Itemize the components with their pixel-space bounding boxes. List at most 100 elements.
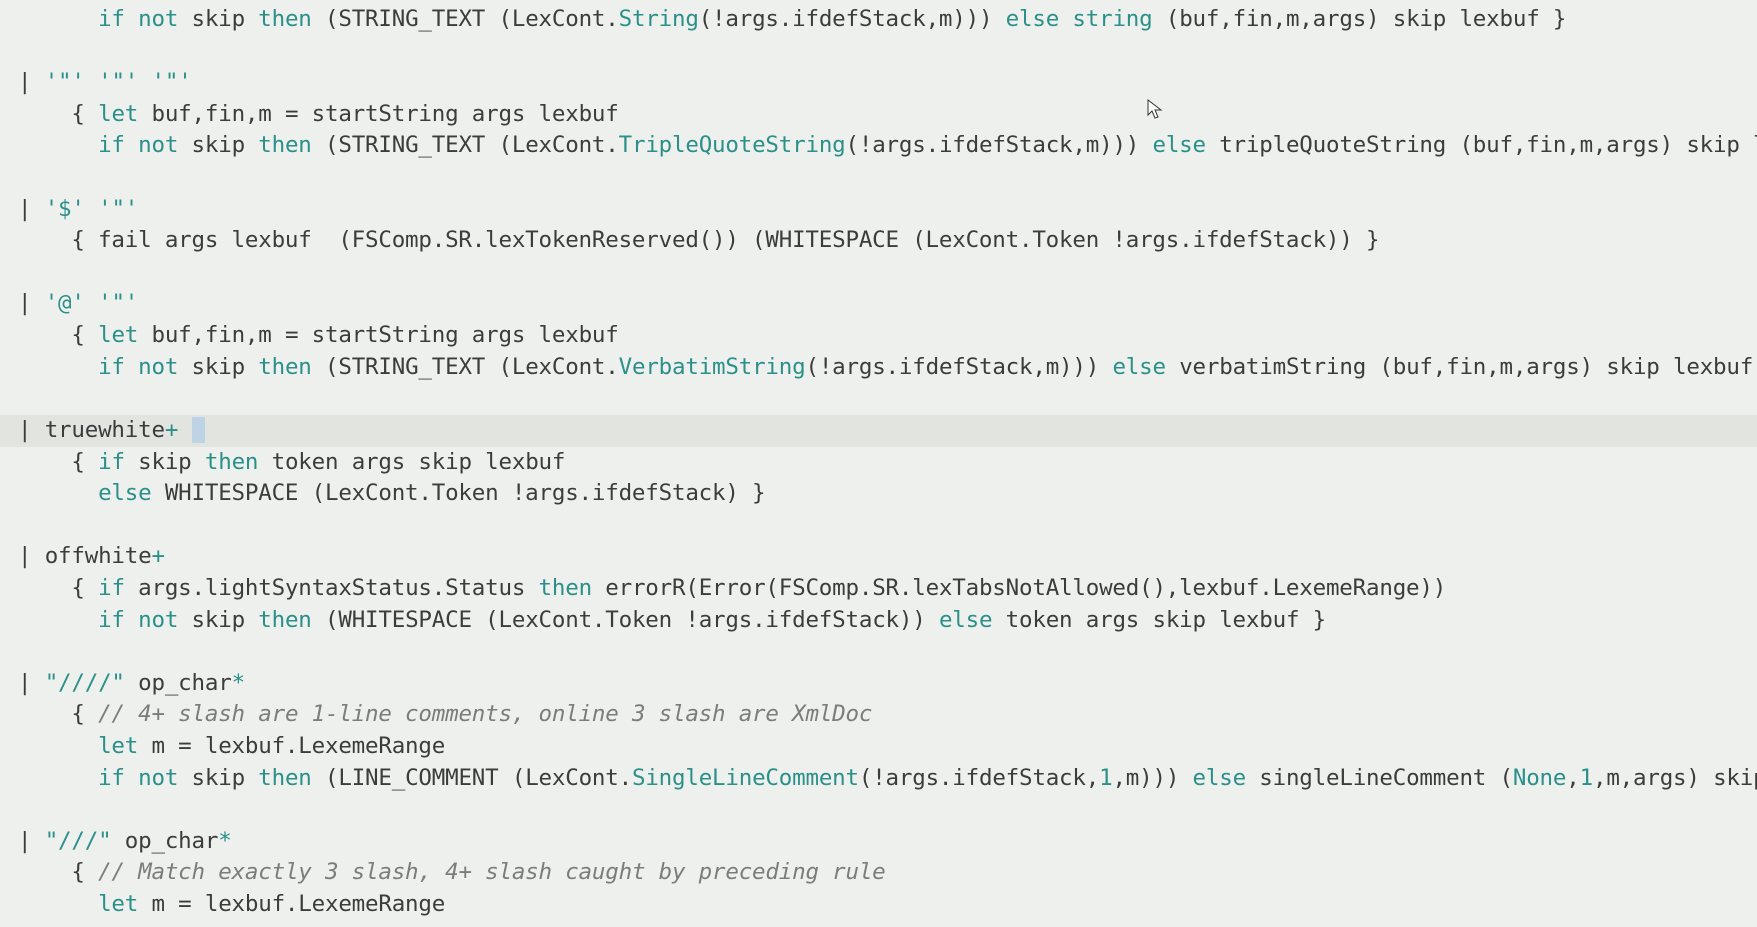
- code-line[interactable]: let m = lexbuf.LexemeRange: [0, 731, 1757, 763]
- code-line[interactable]: [0, 162, 1757, 194]
- token-kw: not: [138, 607, 178, 633]
- code-line[interactable]: { if args.lightSyntaxStatus.Status then …: [0, 573, 1757, 605]
- code-editor[interactable]: if not skip then (STRING_TEXT (LexCont.S…: [0, 0, 1757, 927]
- token-id: {: [71, 701, 98, 727]
- token-kw: not: [138, 765, 178, 791]
- code-line[interactable]: if not skip then (STRING_TEXT (LexCont.T…: [0, 130, 1757, 162]
- code-line[interactable]: { let buf,fin,m = startString args lexbu…: [0, 320, 1757, 352]
- code-line[interactable]: else WHITESPACE (LexCont.Token !args.ifd…: [0, 478, 1757, 510]
- token-id: op_char: [125, 670, 232, 696]
- token-kw: then: [539, 575, 592, 601]
- code-line[interactable]: { fail args lexbuf (FSComp.SR.lexTokenRe…: [0, 225, 1757, 257]
- token-kw: if: [98, 132, 125, 158]
- token-num: 1: [1580, 765, 1593, 791]
- code-line[interactable]: | '@' '"': [0, 288, 1757, 320]
- token-id: {: [71, 575, 98, 601]
- token-fn: String: [619, 6, 699, 32]
- token-kw: then: [258, 6, 311, 32]
- token-kw: if: [98, 354, 125, 380]
- code-line[interactable]: { let buf,fin,m = startString args lexbu…: [0, 99, 1757, 131]
- code-line[interactable]: [0, 636, 1757, 668]
- token-id: token args skip lexbuf }: [992, 607, 1326, 633]
- token-plus: +: [165, 417, 178, 443]
- token-kw: else: [98, 480, 151, 506]
- token-com: // 4+ slash are 1-line comments, online …: [98, 701, 872, 727]
- token-kw: not: [138, 6, 178, 32]
- token-id: skip: [178, 607, 258, 633]
- token-kw: let: [98, 322, 138, 348]
- token-id: {: [71, 449, 98, 475]
- token-fn: SingleLineComment: [632, 765, 859, 791]
- token-id: (buf,fin,m,args) skip lexbuf }: [1153, 6, 1567, 32]
- code-line[interactable]: [0, 794, 1757, 826]
- token-id: {: [71, 322, 98, 348]
- token-id: |: [18, 69, 45, 95]
- token-id: args.lightSyntaxStatus.Status: [125, 575, 539, 601]
- code-line[interactable]: [0, 510, 1757, 542]
- token-fn: TripleQuoteString: [619, 132, 846, 158]
- code-line[interactable]: [0, 383, 1757, 415]
- token-id: [125, 132, 138, 158]
- code-line[interactable]: if not skip then (STRING_TEXT (LexCont.V…: [0, 352, 1757, 384]
- code-line[interactable]: | '"' '"' '"': [0, 67, 1757, 99]
- token-id: [125, 765, 138, 791]
- token-id: (!args.ifdefStack,: [859, 765, 1099, 791]
- code-line[interactable]: if not skip then (LINE_COMMENT (LexCont.…: [0, 763, 1757, 795]
- code-line[interactable]: { if skip then token args skip lexbuf: [0, 447, 1757, 479]
- code-line[interactable]: | "////" op_char*: [0, 668, 1757, 700]
- token-id: singleLineComment (: [1246, 765, 1513, 791]
- token-id: skip: [178, 132, 258, 158]
- code-line[interactable]: { // 4+ slash are 1-line comments, onlin…: [0, 699, 1757, 731]
- code-line[interactable]: [0, 36, 1757, 68]
- token-id: (!args.ifdefStack,m))): [699, 6, 1006, 32]
- token-id: token args skip lexbuf: [258, 449, 565, 475]
- code-line[interactable]: | "///" op_char*: [0, 826, 1757, 858]
- token-id: (!args.ifdefStack,m))): [846, 132, 1153, 158]
- token-id: [85, 69, 98, 95]
- token-id: WHITESPACE (LexCont.Token !args.ifdefSta…: [151, 480, 765, 506]
- token-id: op_char: [111, 828, 218, 854]
- token-kw: string: [1072, 6, 1152, 32]
- code-line[interactable]: [0, 257, 1757, 289]
- token-kw: if: [98, 449, 125, 475]
- token-sel: [192, 417, 205, 443]
- token-id: |: [18, 828, 45, 854]
- token-id: ,m))): [1112, 765, 1192, 791]
- token-id: | offwhite: [18, 543, 151, 569]
- token-id: [125, 607, 138, 633]
- token-str: '"': [98, 69, 138, 95]
- token-str: "///": [45, 828, 112, 854]
- token-id: (STRING_TEXT (LexCont.: [312, 354, 619, 380]
- token-id: skip: [125, 449, 205, 475]
- token-kw: if: [98, 607, 125, 633]
- code-line[interactable]: | '$' '"': [0, 194, 1757, 226]
- code-line[interactable]: if not skip then (WHITESPACE (LexCont.To…: [0, 605, 1757, 637]
- token-kw: if: [98, 6, 125, 32]
- token-kw: then: [258, 132, 311, 158]
- token-id: skip: [178, 765, 258, 791]
- token-id: m = lexbuf.LexemeRange: [138, 891, 445, 917]
- token-num: 1: [1099, 765, 1112, 791]
- token-id: m = lexbuf.LexemeRange: [138, 733, 445, 759]
- token-id: tripleQuoteString (buf,fin,m,args) skip …: [1206, 132, 1757, 158]
- token-id: { fail args lexbuf (FSComp.SR.lexTokenRe…: [71, 227, 1379, 253]
- token-kw: not: [138, 132, 178, 158]
- code-line[interactable]: | offwhite+: [0, 541, 1757, 573]
- token-id: errorR(Error(FSComp.SR.lexTabsNotAllowed…: [592, 575, 1446, 601]
- token-id: (STRING_TEXT (LexCont.: [312, 6, 619, 32]
- token-id: [85, 196, 98, 222]
- code-line[interactable]: if not skip then (STRING_TEXT (LexCont.S…: [0, 4, 1757, 36]
- token-id: | truewhite: [18, 417, 165, 443]
- token-kw: then: [258, 765, 311, 791]
- token-id: [1059, 6, 1072, 32]
- token-id: [178, 417, 191, 443]
- code-line[interactable]: { // Match exactly 3 slash, 4+ slash cau…: [0, 857, 1757, 889]
- token-id: |: [18, 290, 45, 316]
- code-line[interactable]: | truewhite+: [0, 415, 1757, 447]
- token-id: skip: [178, 6, 258, 32]
- token-plus: +: [151, 543, 164, 569]
- token-str: '"': [152, 69, 192, 95]
- token-id: [138, 69, 151, 95]
- token-str: '"': [45, 69, 85, 95]
- token-fn: VerbatimString: [619, 354, 806, 380]
